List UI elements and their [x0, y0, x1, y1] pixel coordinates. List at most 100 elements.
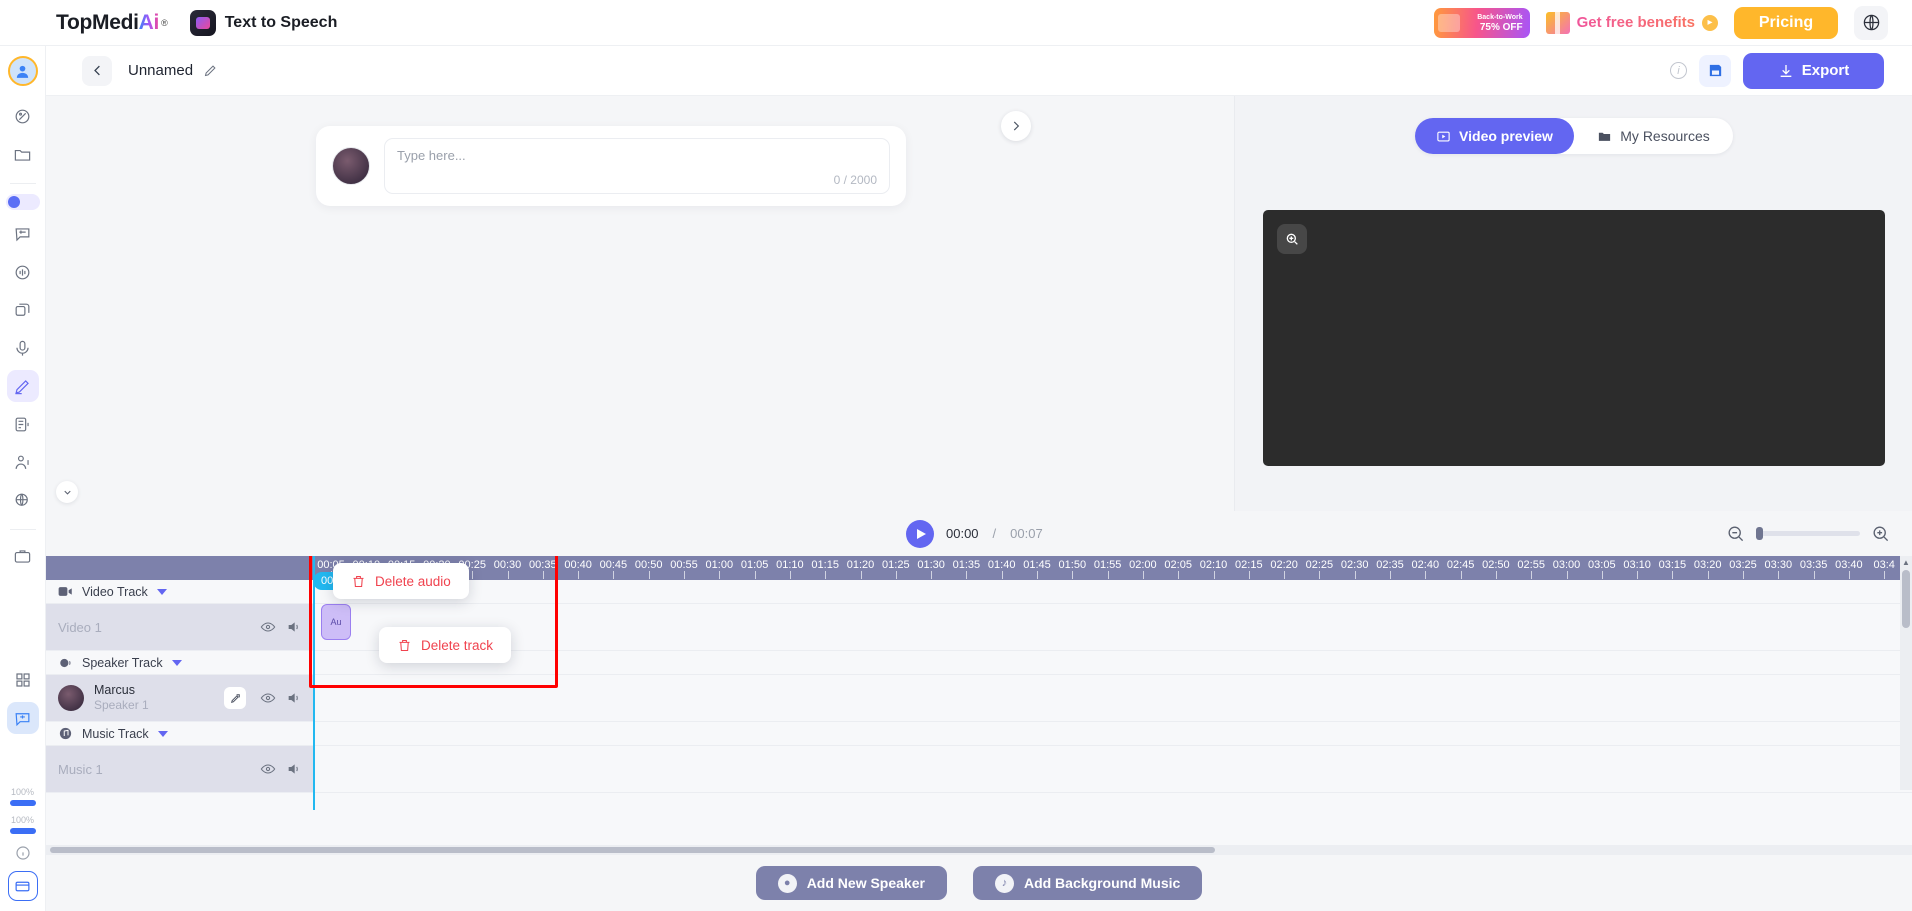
ruler-tick-mark: [1178, 571, 1180, 579]
timeline-horizontal-scrollbar[interactable]: [46, 845, 1912, 855]
track-header-video[interactable]: Video Track: [46, 580, 313, 604]
ruler-tick-mark: [1601, 571, 1603, 579]
context-menu-delete-track[interactable]: Delete track: [379, 627, 512, 663]
brand-name: TopMediAi: [56, 10, 160, 34]
track-row-video-1[interactable]: Video 1: [46, 604, 313, 651]
sidebar-item-ai-writer[interactable]: [6, 370, 39, 402]
promo-banner[interactable]: Back-to-Work 75% OFF: [1433, 7, 1530, 38]
zoom-slider[interactable]: [1756, 527, 1860, 540]
zoom-in-icon[interactable]: [1871, 524, 1890, 543]
script-input[interactable]: Type here... 0 / 2000: [384, 138, 890, 194]
track-row-video-1-label: Video 1: [58, 619, 102, 635]
chevron-down-icon[interactable]: [171, 659, 182, 666]
audio-clip[interactable]: Au: [321, 604, 351, 640]
volume-icon[interactable]: [286, 761, 302, 777]
tab-video-preview-label: Video preview: [1459, 128, 1553, 144]
volume-icon[interactable]: [286, 619, 302, 635]
pencil-icon[interactable]: [203, 63, 218, 78]
chevron-right-icon[interactable]: [1001, 111, 1031, 141]
add-new-speaker-button[interactable]: ● Add New Speaker: [755, 866, 947, 900]
ruler-tick-mark: [1566, 571, 1568, 579]
project-bar-actions: i Export: [1670, 52, 1884, 89]
ruler-tick-label: 02:20: [1270, 559, 1298, 571]
toggle-switch-icon[interactable]: [5, 194, 40, 210]
eye-icon[interactable]: [260, 761, 276, 777]
track-row-music-1[interactable]: Music 1: [46, 746, 313, 793]
context-menu-delete-audio[interactable]: Delete audio: [333, 563, 469, 599]
ruler-tick-mark: [754, 571, 756, 579]
track-header-music[interactable]: Music Track: [46, 722, 313, 746]
track-row-speaker-1[interactable]: Marcus Speaker 1: [46, 675, 313, 722]
folder-icon[interactable]: [7, 138, 39, 170]
add-background-music-button[interactable]: ♪ Add Background Music: [972, 866, 1203, 900]
project-bar: Unnamed i Export: [46, 46, 1912, 96]
document-audio-icon[interactable]: [7, 408, 39, 440]
ruler-tick-label: 01:40: [987, 559, 1016, 571]
ruler-tick-label: 02:10: [1199, 559, 1228, 571]
player-bar: 00:00 / 00:07: [46, 511, 1912, 556]
track-header-speaker[interactable]: Speaker Track: [46, 651, 313, 675]
brand-registered-mark: ®: [161, 17, 168, 28]
globe-audio-icon[interactable]: [7, 484, 39, 516]
save-icon[interactable]: [1699, 54, 1731, 87]
app-icon: [189, 9, 216, 36]
brand-logo[interactable]: TopMediAi ®: [56, 11, 168, 35]
timeline-ruler[interactable]: 00:0500:1000:1500:2000:2500:3000:3500:40…: [313, 556, 1912, 580]
ruler-tick-mark: [1813, 571, 1815, 579]
sparkle-badge-icon[interactable]: [7, 100, 39, 132]
playhead[interactable]: [313, 556, 315, 810]
chevron-down-icon[interactable]: [156, 588, 167, 595]
eye-icon[interactable]: [260, 619, 276, 635]
headset-chat-icon[interactable]: [6, 702, 39, 734]
vertical-scroll-thumb[interactable]: [1902, 570, 1910, 628]
user-avatar-icon[interactable]: [7, 56, 38, 86]
timeline-vertical-scrollbar[interactable]: ▲: [1900, 556, 1912, 790]
edit-square-icon[interactable]: [224, 687, 246, 709]
pricing-button[interactable]: Pricing: [1734, 6, 1838, 39]
info-icon[interactable]: i: [1670, 62, 1687, 79]
credit-card-icon[interactable]: [7, 871, 38, 901]
ruler-tick-mark: [648, 571, 650, 579]
ruler-tick-mark: [1531, 571, 1533, 579]
video-preview-canvas[interactable]: [1263, 210, 1885, 466]
stacked-cards-icon[interactable]: [7, 294, 39, 326]
person-audio-icon[interactable]: [7, 446, 39, 478]
total-time: 00:07: [1010, 526, 1043, 541]
timeline-zoom-control: [1726, 524, 1890, 543]
ruler-tick-mark: [895, 571, 897, 579]
ruler-tick-mark: [1884, 571, 1886, 579]
ruler-tick-label: 03:30: [1764, 559, 1793, 571]
product-badge: Text to Speech: [189, 9, 337, 36]
chevron-up-icon[interactable]: ▲: [1900, 556, 1912, 569]
speaker-avatar[interactable]: [332, 147, 370, 185]
zoom-out-icon[interactable]: [1726, 524, 1745, 543]
ruler-tick-label: 00:40: [564, 559, 592, 571]
chevron-down-icon[interactable]: [157, 730, 168, 737]
volume-icon[interactable]: [286, 690, 302, 706]
tab-video-preview[interactable]: Video preview: [1415, 118, 1574, 154]
eye-icon[interactable]: [260, 690, 276, 706]
audio-clip-label: Au: [330, 617, 342, 627]
play-icon[interactable]: [906, 519, 934, 548]
ruler-tick-mark: [1495, 571, 1497, 579]
zoom-slider-handle[interactable]: [1756, 527, 1763, 540]
microphone-icon[interactable]: [7, 332, 39, 364]
tab-my-resources[interactable]: My Resources: [1574, 118, 1733, 154]
chevron-down-icon[interactable]: [56, 481, 78, 503]
speaker-head-icon: [58, 656, 73, 670]
horizontal-scroll-thumb[interactable]: [50, 847, 1215, 853]
briefcase-icon[interactable]: [7, 540, 39, 572]
chevron-left-icon[interactable]: [82, 55, 112, 86]
get-free-benefits-button[interactable]: Get free benefits ▸: [1545, 11, 1718, 34]
timeline-canvas[interactable]: Au: [313, 580, 1912, 810]
quota-label-2: 100%: [10, 815, 35, 825]
zoom-in-icon[interactable]: [1277, 224, 1307, 254]
waveform-circle-icon[interactable]: [7, 256, 39, 288]
info-icon[interactable]: [13, 843, 33, 863]
globe-icon[interactable]: [1854, 5, 1888, 40]
speech-bubble-icon[interactable]: [7, 218, 39, 250]
export-button[interactable]: Export: [1743, 52, 1884, 89]
grid-apps-icon[interactable]: [7, 664, 39, 696]
add-new-speaker-label: Add New Speaker: [806, 875, 925, 891]
track-row-speaker-sub: Speaker 1: [94, 698, 149, 712]
